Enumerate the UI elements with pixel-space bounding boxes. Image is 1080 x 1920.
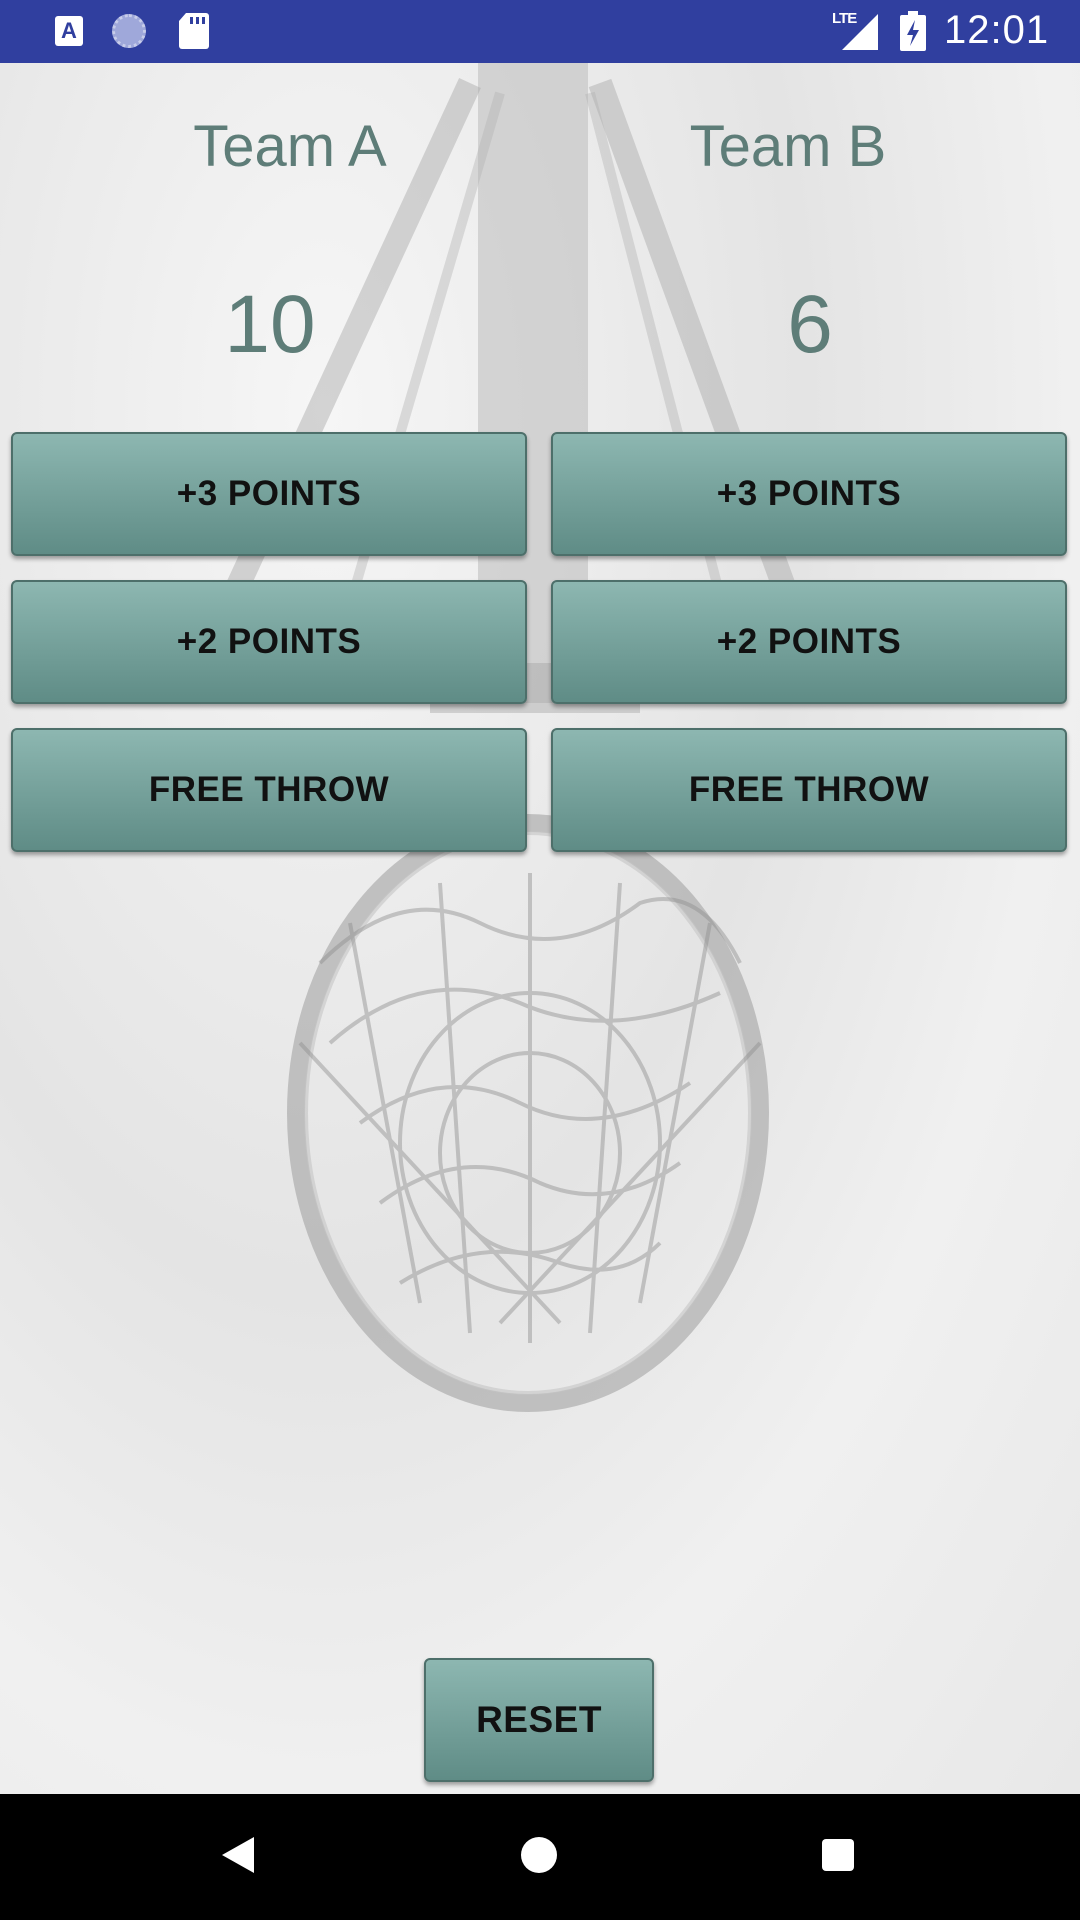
back-icon[interactable] [222, 1837, 254, 1873]
status-bar: A LTE 12:01 [0, 0, 1080, 63]
navigation-bar [0, 1794, 1080, 1920]
team-a-free-throw-button[interactable]: FREE THROW [11, 728, 527, 852]
home-icon[interactable] [521, 1837, 557, 1873]
team-b-plus-three-button[interactable]: +3 POINTS [551, 432, 1067, 556]
status-time: 12:01 [944, 8, 1050, 52]
team-b-plus-two-button[interactable]: +2 POINTS [551, 580, 1067, 704]
scoreboard-screen: Team A Team B 10 6 +3 POINTS +3 POINTS +… [0, 63, 1080, 1794]
team-b-name: Team B [689, 114, 887, 179]
battery-charging-icon [900, 11, 926, 51]
team-a-name: Team A [193, 114, 387, 179]
app-a-icon: A [55, 16, 83, 46]
team-a-plus-two-button[interactable]: +2 POINTS [11, 580, 527, 704]
signal-icon [842, 14, 878, 50]
team-b-score: 6 [787, 279, 833, 370]
team-a-score: 10 [224, 279, 316, 370]
sync-icon [112, 14, 146, 48]
recents-icon[interactable] [822, 1839, 854, 1871]
team-b-free-throw-button[interactable]: FREE THROW [551, 728, 1067, 852]
reset-button[interactable]: RESET [424, 1658, 654, 1782]
sd-card-icon [179, 13, 209, 49]
team-a-plus-three-button[interactable]: +3 POINTS [11, 432, 527, 556]
